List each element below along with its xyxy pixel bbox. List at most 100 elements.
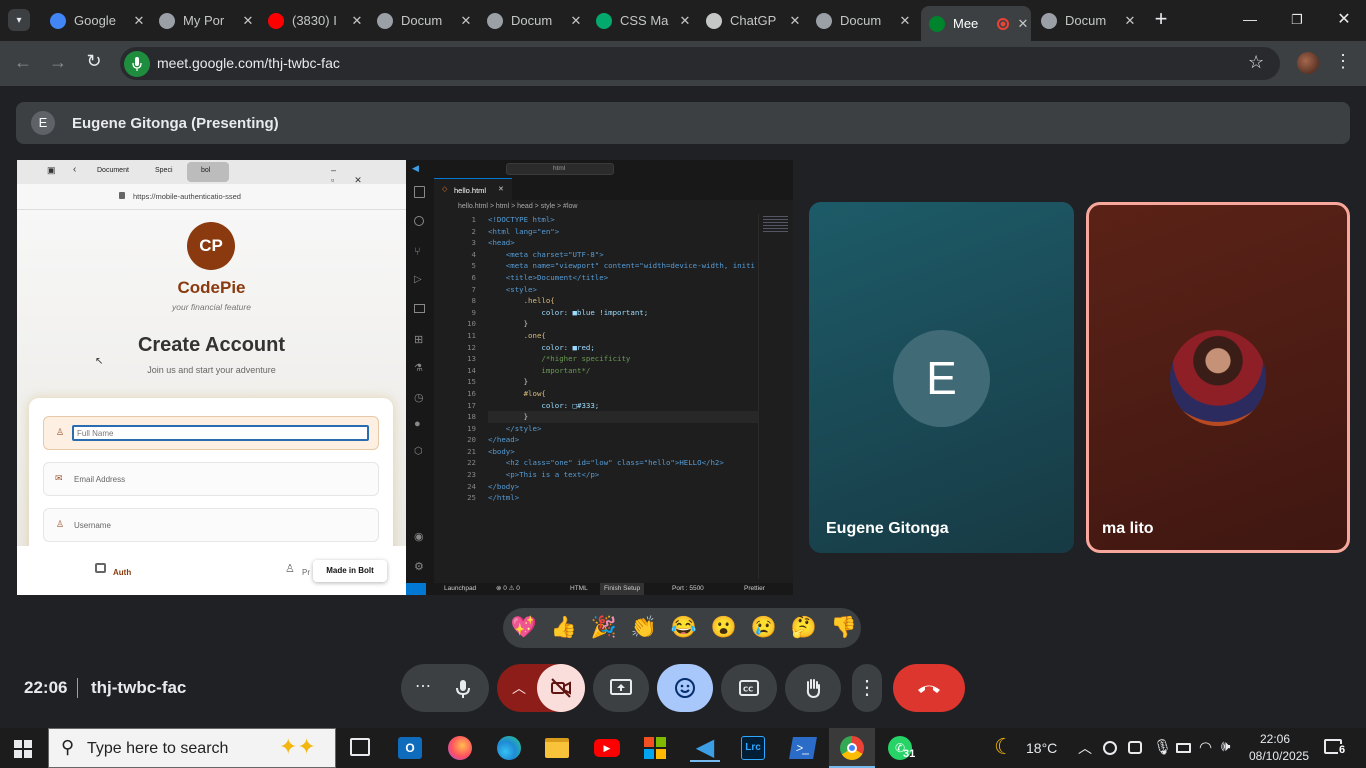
browser-menu-icon[interactable]: ⋮ xyxy=(1334,52,1352,70)
reload-button[interactable]: ↻ xyxy=(83,51,105,73)
reaction-emoji[interactable]: 🤔 xyxy=(790,614,818,642)
leave-call-button[interactable] xyxy=(893,664,965,712)
inner-bottom-bar: Auth ♙ Pr Made in Bolt xyxy=(17,546,406,595)
code-area[interactable]: <!DOCTYPE html> <html lang="en"> <head> <m… xyxy=(488,214,758,564)
profile-avatar[interactable] xyxy=(1297,52,1319,74)
email-field[interactable]: ✉ Email Address xyxy=(43,462,379,496)
participant-tile-malito[interactable]: ma lito xyxy=(1086,202,1350,553)
microsoft-store-icon[interactable] xyxy=(644,737,666,759)
close-tab-icon[interactable]: ✕ xyxy=(1122,13,1138,29)
reaction-emoji[interactable]: 😮 xyxy=(710,614,738,642)
minimize-button[interactable]: — xyxy=(1236,8,1264,32)
reaction-emoji[interactable]: 💖 xyxy=(510,614,538,642)
camera-off-button[interactable] xyxy=(537,664,585,712)
browser-tab-strip: ▾ Google ✕ My Por ✕ (3830) I ✕ Docum ✕ Docum ✕ CSS… xyxy=(0,0,1366,41)
tab-0[interactable]: Google ✕ xyxy=(42,6,147,35)
reaction-emoji[interactable]: 🎉 xyxy=(590,614,618,642)
tab-9[interactable]: Docum ✕ xyxy=(1033,6,1138,35)
clock-date[interactable]: 08/10/2025 xyxy=(1249,749,1309,763)
minimap xyxy=(758,214,792,579)
task-view-icon[interactable] xyxy=(350,738,370,756)
tab-7[interactable]: Docum ✕ xyxy=(808,6,913,35)
close-tab-icon[interactable]: ✕ xyxy=(568,13,584,29)
captions-button[interactable]: CC xyxy=(721,664,777,712)
close-tab-icon[interactable]: ✕ xyxy=(349,13,365,29)
close-tab-icon[interactable]: ✕ xyxy=(1015,16,1031,32)
full-name-input[interactable]: Full Name xyxy=(72,425,369,441)
participant-tile-eugene[interactable]: E Eugene Gitonga xyxy=(809,202,1074,553)
taskbar-search-box[interactable]: ⚲ Type here to search ✦✦ xyxy=(48,728,336,768)
reaction-emoji[interactable]: 👎 xyxy=(830,614,858,642)
tray-camera-icon[interactable] xyxy=(1128,741,1142,754)
reactions-button[interactable] xyxy=(657,664,713,712)
tray-chevron-icon[interactable]: ︿ xyxy=(1078,738,1092,758)
firefox-icon[interactable] xyxy=(448,736,472,760)
vscode-taskbar-icon[interactable]: ◀ xyxy=(690,734,720,762)
code-line: color: □#333; xyxy=(488,400,600,410)
reaction-emoji[interactable]: 👍 xyxy=(550,614,578,642)
powershell-icon[interactable]: >_ xyxy=(789,737,817,759)
reaction-emoji[interactable]: 😢 xyxy=(750,614,778,642)
tab-3[interactable]: Docum ✕ xyxy=(369,6,474,35)
present-screen-button[interactable] xyxy=(593,664,649,712)
line-number: 23 xyxy=(467,470,476,480)
tab-6[interactable]: ChatGP ✕ xyxy=(698,6,803,35)
auth-label: Auth xyxy=(113,568,132,577)
outlook-icon[interactable]: O xyxy=(398,737,422,759)
back-button[interactable]: ← xyxy=(12,52,34,74)
tab-2[interactable]: (3830) I ✕ xyxy=(260,6,365,35)
close-tab-icon[interactable]: ✕ xyxy=(677,13,693,29)
video-options-chevron-icon[interactable]: ︿ xyxy=(507,676,531,700)
youtube-app-icon[interactable]: ▶ xyxy=(594,739,620,757)
file-tab-close-icon[interactable]: ✕ xyxy=(498,185,504,193)
file-tab[interactable]: ◇ hello.html ✕ xyxy=(434,178,512,200)
code-line: } xyxy=(488,319,529,329)
volume-icon[interactable]: 🕪 xyxy=(1221,738,1230,755)
more-options-button[interactable]: ⋮ xyxy=(852,664,882,712)
close-tab-icon[interactable]: ✕ xyxy=(787,13,803,29)
wifi-icon[interactable]: ◠ xyxy=(1199,738,1212,756)
close-tab-icon[interactable]: ✕ xyxy=(897,13,913,29)
tab-8[interactable]: Mee ✕ xyxy=(921,6,1031,41)
reaction-emoji[interactable]: 👏 xyxy=(630,614,658,642)
code-line: </style> xyxy=(488,423,542,433)
code-line: /*higher specificity xyxy=(488,354,631,364)
close-tab-icon[interactable]: ✕ xyxy=(240,13,256,29)
username-placeholder: Username xyxy=(74,521,111,530)
presenter-avatar: E xyxy=(31,111,55,135)
restore-button[interactable]: ❐ xyxy=(1283,8,1311,32)
microphone-button[interactable] xyxy=(451,677,475,701)
close-window-button[interactable]: ✕ xyxy=(1330,8,1358,32)
clock-time[interactable]: 22:06 xyxy=(1260,732,1290,746)
video-controls-group: ︿ xyxy=(497,664,585,712)
lightroom-icon[interactable]: Lrc xyxy=(741,736,765,760)
chrome-taskbar-icon[interactable] xyxy=(829,728,875,768)
code-line: color: ■blue !important; xyxy=(488,307,649,317)
battery-icon[interactable] xyxy=(1176,743,1191,753)
new-tab-button[interactable]: + xyxy=(1150,7,1172,33)
file-explorer-icon[interactable] xyxy=(545,738,569,758)
temperature[interactable]: 18°C xyxy=(1026,740,1057,756)
forward-button[interactable]: → xyxy=(47,52,69,74)
tray-mic-icon[interactable]: 🎙 xyxy=(1153,738,1172,756)
tray-record-icon[interactable] xyxy=(1103,741,1117,755)
reaction-emoji[interactable]: 😂 xyxy=(670,614,698,642)
tab-4[interactable]: Docum ✕ xyxy=(479,6,584,35)
url-text[interactable]: meet.google.com/thj-twbc-fac xyxy=(157,55,340,71)
tab-1[interactable]: My Por ✕ xyxy=(151,6,256,35)
audio-settings-more-icon[interactable]: ⋯ xyxy=(411,676,435,700)
full-name-field[interactable]: ♙ Full Name xyxy=(43,416,379,450)
username-field[interactable]: ♙ Username xyxy=(43,508,379,542)
close-tab-icon[interactable]: ✕ xyxy=(458,13,474,29)
tab-5[interactable]: CSS Ma ✕ xyxy=(588,6,693,35)
raise-hand-button[interactable] xyxy=(785,664,841,712)
reactions-bar: 💖 👍 🎉 👏 😂 😮 😢 🤔 👎 xyxy=(503,608,861,648)
explorer-icon xyxy=(414,186,425,198)
tab-search-button[interactable]: ▾ xyxy=(8,9,30,31)
close-tab-icon[interactable]: ✕ xyxy=(131,13,147,29)
bookmark-star-icon[interactable]: ☆ xyxy=(1248,52,1264,73)
full-name-placeholder: Full Name xyxy=(77,429,114,438)
windows-start-icon[interactable] xyxy=(14,740,32,758)
site-info-mic-icon[interactable] xyxy=(124,51,150,77)
edge-icon[interactable] xyxy=(497,736,521,760)
